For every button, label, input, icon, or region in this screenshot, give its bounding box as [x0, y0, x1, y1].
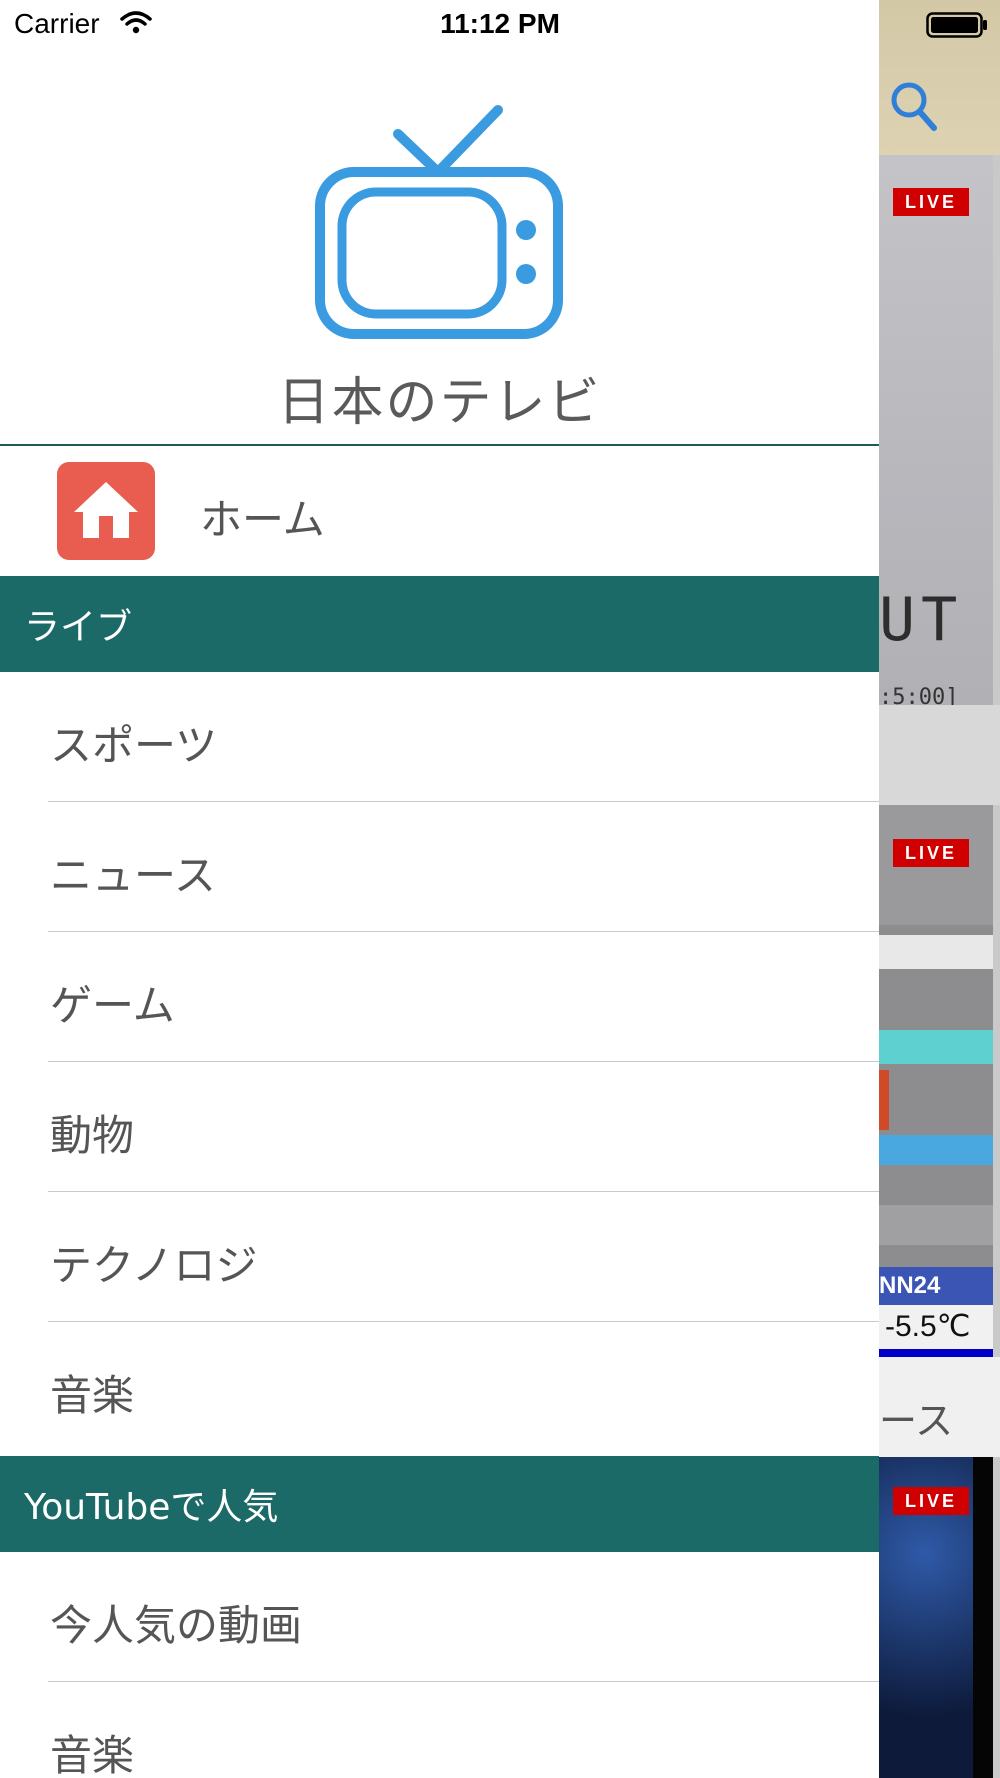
- tv-icon: [315, 105, 563, 339]
- menu-item-label: 今人気の動画: [50, 1601, 303, 1650]
- home-icon: [57, 462, 155, 560]
- search-icon[interactable]: [889, 76, 939, 136]
- temperature-readout: -5.5℃: [879, 1305, 993, 1349]
- drawer-header: 日本のテレビ: [0, 0, 879, 446]
- list-gap: [879, 705, 1000, 805]
- ticker-bar: [879, 1349, 993, 1357]
- status-bar: Carrier 11:12 PM: [0, 0, 1000, 50]
- menu-item-youtube-music[interactable]: 音楽: [0, 1682, 879, 1778]
- menu-item-music[interactable]: 音楽: [0, 1322, 879, 1452]
- video-title: ース: [879, 1399, 954, 1443]
- menu-item-label: ゲーム: [50, 981, 175, 1030]
- background-app: LIVE UT :5:00] LIVE NN24 -5.5℃ ース LIVE: [879, 0, 1000, 1778]
- status-time: 11:12 PM: [440, 8, 560, 39]
- video-thumbnail[interactable]: LIVE NN24 -5.5℃: [879, 805, 993, 1357]
- menu-item-trending[interactable]: 今人気の動画: [0, 1552, 879, 1682]
- thumbnail-edge: [973, 1457, 993, 1778]
- app-title: 日本のテレビ: [277, 373, 602, 433]
- section-title: YouTubeで人気: [24, 1487, 279, 1528]
- section-header-live: ライブ: [0, 576, 879, 672]
- menu-item-sports[interactable]: スポーツ: [0, 672, 879, 802]
- menu-item-label: 音楽: [50, 1371, 135, 1420]
- video-thumbnail[interactable]: LIVE UT :5:00]: [879, 155, 993, 705]
- side-drawer: 日本のテレビ ホーム ライブ スポーツ ニュース ゲーム 動物 テクノロジ 音楽: [0, 0, 879, 1778]
- menu-item-label: ニュース: [50, 851, 216, 900]
- menu-item-games[interactable]: ゲーム: [0, 932, 879, 1062]
- thumbnail-text: UT: [879, 585, 964, 655]
- menu-item-label: スポーツ: [50, 721, 218, 770]
- menu-item-news[interactable]: ニュース: [0, 802, 879, 932]
- menu-item-label: 動物: [50, 1111, 135, 1160]
- live-badge: LIVE: [893, 188, 969, 216]
- menu-item-animals[interactable]: 動物: [0, 1062, 879, 1192]
- live-badge: LIVE: [893, 839, 969, 867]
- section-header-youtube: YouTubeで人気: [0, 1456, 879, 1552]
- menu-item-label: ホーム: [200, 495, 325, 544]
- channel-logo: NN24: [879, 1267, 993, 1305]
- menu-item-home[interactable]: ホーム: [0, 446, 879, 576]
- menu-item-label: テクノロジ: [50, 1241, 258, 1290]
- menu-item-technology[interactable]: テクノロジ: [0, 1192, 879, 1322]
- battery-icon: [926, 12, 987, 38]
- menu-item-label: 音楽: [50, 1731, 135, 1778]
- live-badge: LIVE: [893, 1487, 969, 1515]
- section-title: ライブ: [24, 607, 133, 648]
- video-thumbnail[interactable]: LIVE: [879, 1457, 993, 1778]
- thumbnail-time: :5:00]: [879, 685, 959, 705]
